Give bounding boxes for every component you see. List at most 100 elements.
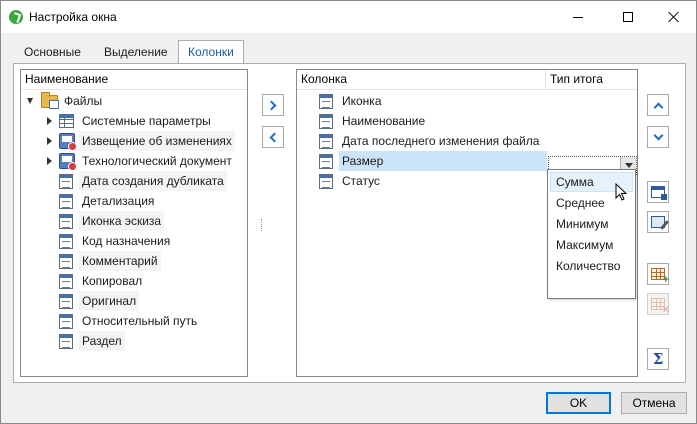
- mouse-cursor-icon: [615, 183, 627, 201]
- tree-item-label: Дата создания дубликата: [79, 171, 227, 191]
- collapse-icon[interactable]: [27, 98, 33, 104]
- total-type-header[interactable]: Тип итога: [546, 70, 637, 90]
- close-icon: [668, 11, 680, 23]
- maximize-button[interactable]: [605, 1, 651, 33]
- tree-item[interactable]: Копировал: [41, 271, 245, 291]
- window-title: Настройка окна: [29, 10, 117, 24]
- document-icon: [59, 194, 73, 209]
- dropdown-option-maximum[interactable]: Максимум: [550, 235, 633, 255]
- tree-item-label: Код назначения: [82, 234, 171, 248]
- app-logo-icon: [9, 10, 23, 24]
- column-row[interactable]: Размер: [317, 151, 547, 171]
- column-header[interactable]: Колонка: [297, 70, 546, 90]
- tree-item-label: Файлы: [64, 94, 103, 108]
- tree-item[interactable]: Иконка эскиза: [41, 211, 245, 231]
- tab-selection[interactable]: Выделение: [95, 43, 177, 63]
- notice-icon: [59, 133, 77, 151]
- tree-item[interactable]: Относительный путь: [41, 311, 245, 331]
- arrow-right-icon: [266, 100, 277, 110]
- dropdown-option-count[interactable]: Количество: [550, 256, 633, 276]
- tab-general[interactable]: Основные: [15, 43, 90, 63]
- tree-root-files[interactable]: Файлы: [25, 91, 245, 111]
- column-row-label: Наименование: [342, 114, 426, 128]
- expand-icon[interactable]: [47, 137, 52, 145]
- arrow-left-icon: [269, 132, 280, 142]
- notice-icon: [59, 153, 77, 171]
- tree-item[interactable]: Комментарий: [41, 251, 245, 271]
- minimize-button[interactable]: [555, 1, 601, 33]
- close-button[interactable]: [651, 1, 697, 33]
- document-icon: [59, 174, 73, 189]
- add-grid-column-button[interactable]: [647, 263, 669, 285]
- column-row[interactable]: Иконка: [317, 91, 545, 111]
- column-row-label: Дата последнего изменения файла: [342, 134, 540, 148]
- move-down-button[interactable]: [647, 126, 669, 148]
- tree-item[interactable]: Технологический документ: [41, 151, 245, 171]
- minimize-icon: [573, 16, 583, 18]
- column-row-label: Иконка: [342, 94, 382, 108]
- delete-grid-column-button[interactable]: [647, 293, 669, 315]
- document-icon: [319, 114, 333, 129]
- tree-item[interactable]: Дата создания дубликата: [41, 171, 245, 191]
- move-up-button[interactable]: [647, 94, 669, 116]
- column-settings-icon: [651, 186, 667, 200]
- dropdown-option-minimum[interactable]: Минимум: [550, 214, 633, 234]
- tab-columns[interactable]: Колонки: [178, 40, 244, 63]
- column-row[interactable]: Дата последнего изменения файла: [317, 131, 545, 151]
- available-fields-tree[interactable]: Наименование Файлы Системные параметры Из…: [20, 69, 248, 377]
- document-icon: [59, 254, 73, 269]
- document-icon: [59, 334, 73, 349]
- expand-icon[interactable]: [47, 157, 52, 165]
- ok-button[interactable]: OK: [546, 392, 611, 414]
- tree-item-label: Технологический документ: [82, 154, 232, 168]
- window-settings-dialog: Настройка окна Основные Выделение Колонк…: [0, 0, 697, 424]
- table-icon: [59, 114, 74, 128]
- arrow-up-icon: [653, 102, 663, 112]
- document-icon: [319, 154, 333, 169]
- maximize-icon: [623, 12, 633, 22]
- totals-button[interactable]: Σ: [647, 348, 669, 370]
- cancel-button[interactable]: Отмена: [621, 392, 687, 414]
- column-row[interactable]: Статус: [317, 171, 545, 191]
- add-column-button[interactable]: [262, 94, 284, 116]
- tree-item[interactable]: Детализация: [41, 191, 245, 211]
- tree-item-label: Относительный путь: [82, 314, 198, 328]
- document-icon: [59, 314, 73, 329]
- tree-item-label: Копировал: [82, 274, 143, 288]
- list-splitter[interactable]: [261, 219, 263, 231]
- remove-column-icon: [651, 298, 669, 315]
- tree-item-label: Извещение об изменениях: [79, 131, 235, 151]
- folder-icon: [41, 92, 59, 109]
- column-row[interactable]: Наименование: [317, 111, 545, 131]
- document-icon: [59, 214, 73, 229]
- tree-item-label: Детализация: [82, 194, 155, 208]
- column-row-label: Статус: [342, 174, 380, 188]
- expand-icon[interactable]: [47, 117, 52, 125]
- remove-column-button[interactable]: [262, 126, 284, 148]
- edit-column-icon: [651, 216, 665, 228]
- edit-column-button[interactable]: [647, 211, 669, 233]
- add-column-icon: [651, 268, 669, 285]
- tree-item[interactable]: Системные параметры: [41, 111, 245, 131]
- tree-item[interactable]: Код назначения: [41, 231, 245, 251]
- title-bar: Настройка окна: [1, 1, 696, 33]
- tree-item[interactable]: Извещение об изменениях: [41, 131, 245, 151]
- document-icon: [59, 234, 73, 249]
- document-icon: [59, 294, 73, 309]
- document-icon: [319, 174, 333, 189]
- tree-item-label: Раздел: [79, 331, 125, 351]
- tree-item[interactable]: Оригинал: [41, 291, 245, 311]
- document-icon: [319, 94, 333, 109]
- tree-item-label: Иконка эскиза: [79, 211, 165, 231]
- tree-item-label: Оригинал: [79, 291, 140, 311]
- arrow-down-icon: [653, 130, 663, 140]
- available-name-header[interactable]: Наименование: [21, 70, 247, 90]
- tree-item-label: Комментарий: [79, 251, 161, 271]
- tree-item[interactable]: Раздел: [41, 331, 245, 351]
- column-row-label: Размер: [342, 154, 384, 168]
- sigma-icon: Σ: [652, 349, 664, 368]
- document-icon: [59, 274, 73, 289]
- tree-item-label: Системные параметры: [82, 114, 211, 128]
- document-icon: [319, 134, 333, 149]
- column-settings-button[interactable]: [647, 181, 669, 203]
